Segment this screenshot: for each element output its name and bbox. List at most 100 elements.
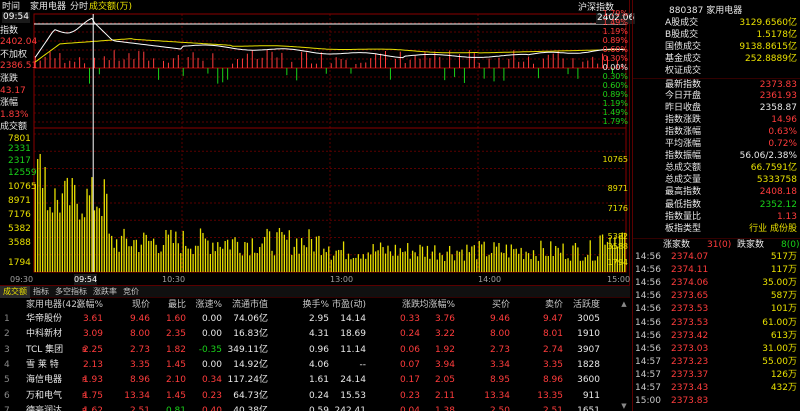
volume-tick-label-left: 5382 xyxy=(8,224,31,234)
tick-row[interactable]: 14:56 2373.42 613万 xyxy=(633,330,800,342)
table-cell: 0.96 xyxy=(308,344,329,355)
tick-volume: 55.00万 xyxy=(762,356,797,367)
table-tab[interactable]: 多空指标 xyxy=(52,286,90,298)
index-label: 指数 xyxy=(0,26,19,36)
tick-price: 2373.65 xyxy=(671,291,709,302)
stat-row: 总成交额 66.7591亿 xyxy=(633,162,800,175)
table-cell: 8.96 xyxy=(542,375,563,386)
table-row[interactable]: 6 R 万和电气 1.75 13.34 1.45 0.23 64.73亿 0.24 15.53 0.… xyxy=(0,389,630,405)
stat-value: 2408.18 xyxy=(759,187,797,198)
stock-name[interactable]: 德豪润达 xyxy=(26,404,62,411)
tick-row[interactable]: 14:56 2373.65 587万 xyxy=(633,290,800,302)
table-cell: 3.35 xyxy=(542,359,563,370)
table-cell: 8.96 xyxy=(129,375,150,386)
table-cell: 3907 xyxy=(577,344,600,355)
stock-name[interactable]: 雪 莱 特 xyxy=(26,358,59,373)
tick-time: 14:56 xyxy=(635,343,661,354)
table-cell: 911 xyxy=(582,390,600,401)
stat-label: 指数量比 xyxy=(665,211,702,222)
tick-volume: 613万 xyxy=(770,330,797,341)
table-cell: 8.00 xyxy=(489,329,510,340)
table-tab[interactable]: 成交额 xyxy=(0,286,30,298)
stat-label: 权证成交 xyxy=(665,66,702,77)
tick-row[interactable]: 14:56 2373.03 31.00万 xyxy=(633,343,800,355)
tick-price: 2373.53 xyxy=(671,317,709,328)
column-header[interactable]: 买价 xyxy=(492,299,510,311)
table-cell: 8.00 xyxy=(129,329,150,340)
tick-row[interactable]: 14:56 2374.06 35.00万 xyxy=(633,277,800,289)
stat-value: 0.72% xyxy=(768,139,797,149)
column-header[interactable]: 涨跌 xyxy=(402,299,420,311)
volume-tick-label-right: 5382 xyxy=(607,232,628,241)
tick-row[interactable]: 15:00 2373.83 xyxy=(633,395,800,407)
tick-volume: 35.00万 xyxy=(762,278,797,289)
table-cell: 117.24亿 xyxy=(227,375,269,386)
stat-row: 指数涨幅 0.63% xyxy=(633,126,800,139)
volume-tick-label-left: 1794 xyxy=(8,258,31,268)
tick-price: 2374.07 xyxy=(671,252,709,262)
tick-row[interactable]: 14:57 2373.43 432万 xyxy=(633,382,800,394)
stat-row: 最高指数 2408.18 xyxy=(633,186,800,199)
stat-value: 1.13 xyxy=(776,211,797,222)
table-row[interactable]: 1 华帝股份 3.61 9.46 1.60 0.00 74.06亿 2.95 14.14 0.33… xyxy=(0,312,630,328)
time-label: 时间 xyxy=(2,2,21,12)
column-header[interactable]: 最比 xyxy=(168,299,186,311)
tick-price: 2373.43 xyxy=(671,383,709,393)
table-row[interactable]: 4 雪 莱 特 2.13 3.35 1.45 0.00 14.92亿 4.06 -- 0.07 3.… xyxy=(0,358,630,374)
table-tab[interactable]: 涨跌率 xyxy=(90,286,120,298)
tab-volume[interactable]: 成交额(万) xyxy=(89,2,132,13)
stat-label: 最高指数 xyxy=(665,187,702,198)
table-cell: 15.53 xyxy=(340,390,366,401)
index-info-panel: 880387 家用电器 A股成交 3129.6560亿 B股成交 1.5178亿 国债成… xyxy=(632,0,800,411)
pct-value: 1.83% xyxy=(0,110,29,120)
scroll-up-icon[interactable]: ▲ xyxy=(619,299,629,309)
table-row[interactable]: 7 R 德豪润达 1.62 2.51 0.81 0.40 40.38亿 0.59 242.41 0.… xyxy=(0,404,630,411)
scroll-down-icon[interactable]: ▼ xyxy=(619,401,629,411)
stock-name[interactable]: 海信电器 xyxy=(26,373,62,388)
row-number: 6 xyxy=(4,390,10,401)
column-header[interactable]: 现价 xyxy=(132,299,150,311)
tab-intraday[interactable]: 分时 xyxy=(70,2,88,13)
stock-name[interactable]: 中科新材 xyxy=(26,327,62,342)
table-cell: 0.81 xyxy=(165,405,186,411)
tick-row[interactable]: 14:56 2373.53 61.00万 xyxy=(633,317,800,329)
column-header[interactable]: 涨速% xyxy=(195,299,222,311)
table-row[interactable]: 2 中科新材 3.09 8.00 2.35 0.00 16.83亿 4.31 18.69 0.24… xyxy=(0,327,630,343)
table-cell: 4.31 xyxy=(308,329,329,340)
column-header[interactable]: 活跃度 xyxy=(573,299,600,311)
table-cell: 1.82 xyxy=(165,344,186,355)
tick-row[interactable]: 14:57 2373.37 126万 xyxy=(633,369,800,381)
column-header[interactable]: 换手% xyxy=(302,299,329,311)
tick-volume: 101万 xyxy=(770,304,797,315)
table-cell: 8.95 xyxy=(489,375,510,386)
table-cell: 0.33 xyxy=(399,314,420,324)
column-header[interactable]: 均涨幅% xyxy=(419,299,455,311)
tick-price: 2374.06 xyxy=(671,278,709,289)
column-header[interactable]: 家用电器(42) xyxy=(26,299,80,311)
table-row[interactable]: 3 R TCL 集团 2.25 2.73 1.82 -0.35 349.11亿 0.96 11.1… xyxy=(0,343,630,359)
stock-name[interactable]: 万和电气 xyxy=(26,389,62,404)
column-header[interactable]: 市盈(动) xyxy=(332,299,366,311)
table-tab[interactable]: 指标 xyxy=(30,286,52,298)
intraday-chart[interactable] xyxy=(0,0,630,285)
stock-name[interactable]: TCL 集团 xyxy=(26,343,63,358)
row-number: 1 xyxy=(4,314,10,324)
stat-row: 今日开盘 2361.93 xyxy=(633,90,800,103)
table-cell: 1828 xyxy=(577,359,600,370)
intraday-chart-panel[interactable]: 时间 家用电器 分时 成交额(万) 沪深指数 09:54 2402.06 指数 … xyxy=(0,0,636,285)
volume-tick-label-left: 3588 xyxy=(8,238,31,248)
table-tab[interactable]: 竞价 xyxy=(120,286,142,298)
table-row[interactable]: 5 R 海信电器 1.93 8.96 2.10 0.34 117.24亿 1.61 24.14 0.… xyxy=(0,373,630,389)
stock-name[interactable]: 华帝股份 xyxy=(26,312,62,327)
tick-row[interactable]: 14:57 2373.23 55.00万 xyxy=(633,356,800,368)
table-cell: 0.07 xyxy=(399,359,420,370)
column-header[interactable]: 涨幅% xyxy=(76,299,103,311)
tick-time: 14:56 xyxy=(635,291,661,302)
tick-row[interactable]: 14:56 2374.11 117万 xyxy=(633,264,800,276)
table-cell: 13.34 xyxy=(484,390,510,401)
table-cell: 0.00 xyxy=(201,359,222,370)
column-header[interactable]: 卖价 xyxy=(545,299,563,311)
tick-row[interactable]: 14:56 2374.07 517万 xyxy=(633,251,800,263)
column-header[interactable]: 流通市值 xyxy=(232,299,268,311)
tick-row[interactable]: 14:56 2373.53 101万 xyxy=(633,303,800,315)
